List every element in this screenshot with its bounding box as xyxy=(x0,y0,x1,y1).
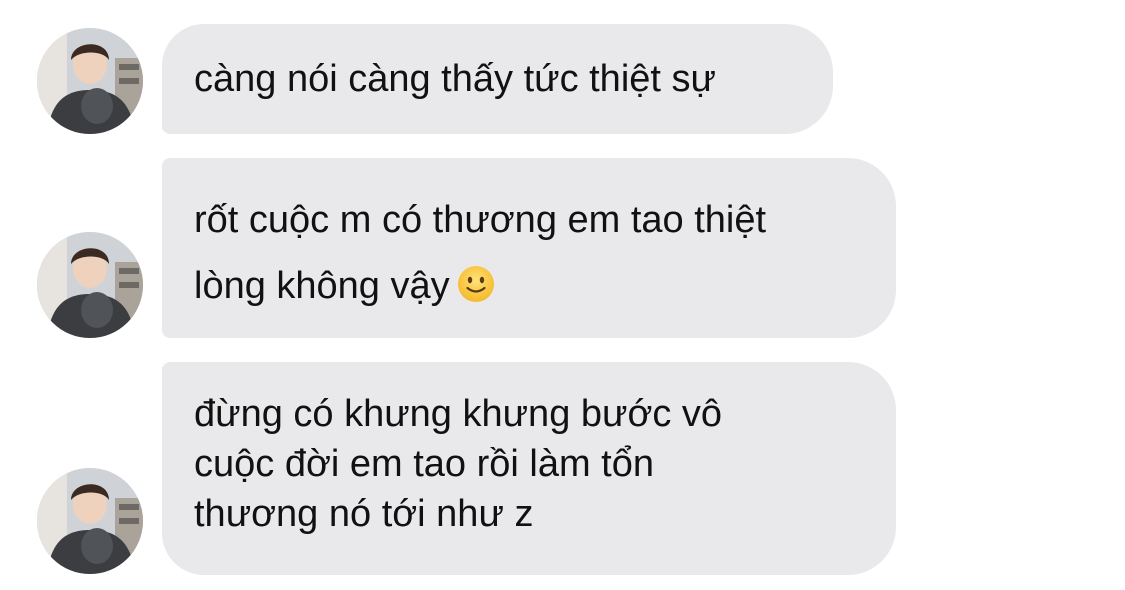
sender-avatar[interactable] xyxy=(37,232,143,338)
avatar-photo xyxy=(37,28,143,134)
message-text-line: thương nó tới như z xyxy=(194,493,534,535)
message-text-line: đừng có khưng khưng bước vô xyxy=(194,393,723,435)
chat-thread: càng nói càng thấy tức thiệt sự rốt cuộc… xyxy=(0,0,1125,590)
received-message-bubble[interactable]: càng nói càng thấy tức thiệt sự xyxy=(162,24,833,134)
sender-avatar[interactable] xyxy=(37,468,143,574)
sender-avatar[interactable] xyxy=(37,28,143,134)
message-text-line: cuộc đời em tao rồi làm tổn xyxy=(194,443,655,485)
slightly-smiling-face-emoji xyxy=(456,259,496,325)
received-message-bubble[interactable]: đừng có khưng khưng bước vô cuộc đời em … xyxy=(162,362,896,575)
avatar-photo xyxy=(37,232,143,338)
smiley-icon xyxy=(457,266,494,302)
message-text-line: rốt cuộc m có thương em tao thiệt xyxy=(194,199,767,241)
message-text-line-with-emoji: lòng không vậy xyxy=(194,253,864,325)
message-text-line: càng nói càng thấy tức thiệt sự xyxy=(194,58,716,100)
avatar-photo xyxy=(37,468,143,574)
received-message-bubble[interactable]: rốt cuộc m có thương em tao thiệt lòng k… xyxy=(162,158,896,338)
message-text-line: lòng không vậy xyxy=(194,265,450,307)
